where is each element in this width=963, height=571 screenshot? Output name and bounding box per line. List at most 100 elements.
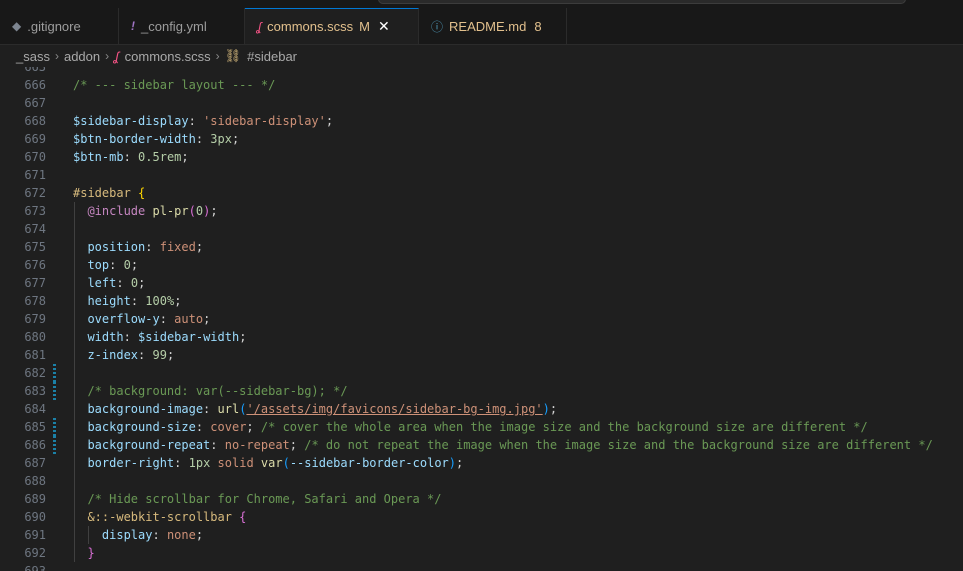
line-number: 678: [24, 294, 46, 308]
line-number: 692: [24, 546, 46, 560]
close-icon[interactable]: ✕: [378, 18, 390, 35]
code-line[interactable]: 678 height: 100%;: [0, 292, 963, 310]
command-center-edge[interactable]: [378, 0, 906, 4]
exclamation-icon: !: [131, 19, 135, 33]
code-line[interactable]: 692 }: [0, 544, 963, 562]
line-number: 669: [24, 132, 46, 146]
code-text: @include pl-pr(0);: [87, 204, 218, 218]
tab-gitignore[interactable]: ◆ .gitignore: [0, 8, 119, 44]
code-line[interactable]: 684 background-image: url('/assets/img/f…: [0, 400, 963, 418]
info-icon: ⓘ: [431, 19, 444, 34]
code-line[interactable]: 679 overflow-y: auto;: [0, 310, 963, 328]
code-text: }: [87, 546, 95, 560]
indent-guide: [74, 220, 75, 238]
sass-icon: ʆ: [257, 19, 262, 34]
code-text: background-size: cover; /* cover the who…: [87, 420, 868, 434]
code-line[interactable]: 690 &::-webkit-scrollbar {: [0, 508, 963, 526]
code-line[interactable]: 670 $btn-mb: 0.5rem;: [0, 148, 963, 166]
line-number: 683: [24, 384, 46, 398]
line-number: 667: [24, 96, 46, 110]
indent-guide: [74, 364, 75, 382]
code-text: #sidebar {: [73, 186, 146, 200]
breadcrumb-item-sass[interactable]: _sass: [16, 49, 50, 64]
tab-label: _config.yml: [141, 18, 207, 34]
code-text: &::-webkit-scrollbar {: [87, 510, 247, 524]
line-number: 690: [24, 510, 46, 524]
chevron-right-icon: ›: [215, 49, 220, 63]
modified-gutter-marker[interactable]: [53, 364, 56, 382]
line-number: 685: [24, 420, 46, 434]
line-number: 666: [24, 78, 46, 92]
breadcrumb-item-file[interactable]: commons.scss: [125, 49, 211, 64]
modified-gutter-marker[interactable]: [53, 418, 56, 436]
line-number: 677: [24, 276, 46, 290]
line-number: 689: [24, 492, 46, 506]
line-number: 691: [24, 528, 46, 542]
modified-gutter-marker[interactable]: [53, 382, 56, 400]
modified-gutter-marker[interactable]: [53, 436, 56, 454]
code-line[interactable]: 688: [0, 472, 963, 490]
code-line[interactable]: 685 background-size: cover; /* cover the…: [0, 418, 963, 436]
breadcrumb-item-symbol[interactable]: #sidebar: [247, 49, 297, 64]
line-number: 675: [24, 240, 46, 254]
code-text: border-right: 1px solid var(--sidebar-bo…: [87, 456, 464, 470]
line-number: 686: [24, 438, 46, 452]
code-line[interactable]: 675 position: fixed;: [0, 238, 963, 256]
line-number: 693: [24, 564, 46, 571]
line-number: 684: [24, 402, 46, 416]
code-line[interactable]: 693: [0, 562, 963, 571]
code-line[interactable]: 677 left: 0;: [0, 274, 963, 292]
line-number: 680: [24, 330, 46, 344]
code-line[interactable]: 682: [0, 364, 963, 382]
code-line[interactable]: 673 @include pl-pr(0);: [0, 202, 963, 220]
code-text: display: none;: [101, 528, 204, 542]
code-line[interactable]: 691 display: none;: [0, 526, 963, 544]
breadcrumb-item-addon[interactable]: addon: [64, 49, 100, 64]
symbol-selector-icon: ⛓: [224, 48, 242, 63]
code-text: z-index: 99;: [87, 348, 175, 362]
line-number: 670: [24, 150, 46, 164]
breadcrumb: _sass › addon › ʆ commons.scss › ⛓ #side…: [0, 45, 963, 67]
code-line[interactable]: 663: [0, 67, 963, 76]
code-editor[interactable]: 663 666 /* --- sidebar layout --- */ 667 668…: [0, 67, 963, 571]
code-text: height: 100%;: [87, 294, 182, 308]
modified-indicator: M: [359, 19, 370, 34]
code-line[interactable]: 674: [0, 220, 963, 238]
code-text: /* Hide scrollbar for Chrome, Safari and…: [87, 492, 442, 506]
tab-label: .gitignore: [27, 18, 81, 34]
chevron-right-icon: ›: [54, 49, 59, 63]
code-line[interactable]: 666 /* --- sidebar layout --- */: [0, 76, 963, 94]
code-text: /* background: var(--sidebar-bg); */: [87, 384, 348, 398]
tab-label: commons.scss: [267, 19, 354, 34]
tab-label: README.md: [449, 18, 527, 34]
code-line[interactable]: 669 $btn-border-width: 3px;: [0, 130, 963, 148]
git-diamond-icon: ◆: [12, 19, 22, 33]
code-text: width: $sidebar-width;: [87, 330, 247, 344]
tab-config-yml[interactable]: ! _config.yml: [119, 8, 245, 44]
code-text: top: 0;: [87, 258, 139, 272]
code-line[interactable]: 689 /* Hide scrollbar for Chrome, Safari…: [0, 490, 963, 508]
chevron-right-icon: ›: [105, 49, 110, 63]
code-text: background-image: url('/assets/img/favic…: [87, 402, 558, 416]
code-text: background-repeat: no-repeat; /* do not …: [87, 438, 933, 452]
editor-tab-bar: ◆ .gitignore ! _config.yml ʆ commons.scs…: [0, 8, 963, 45]
line-number: 674: [24, 222, 46, 236]
code-line[interactable]: 667: [0, 94, 963, 112]
code-line[interactable]: 680 width: $sidebar-width;: [0, 328, 963, 346]
code-line[interactable]: 681 z-index: 99;: [0, 346, 963, 364]
code-line[interactable]: 668 $sidebar-display: 'sidebar-display';: [0, 112, 963, 130]
code-line[interactable]: 686 background-repeat: no-repeat; /* do …: [0, 436, 963, 454]
code-text: left: 0;: [87, 276, 146, 290]
code-line[interactable]: 676 top: 0;: [0, 256, 963, 274]
tab-readme-md[interactable]: ⓘ README.md 8: [419, 8, 567, 44]
line-number: 688: [24, 474, 46, 488]
code-text: overflow-y: auto;: [87, 312, 211, 326]
code-line[interactable]: 687 border-right: 1px solid var(--sideba…: [0, 454, 963, 472]
sass-icon: ʆ: [114, 48, 119, 64]
line-number: 673: [24, 204, 46, 218]
code-line[interactable]: 671: [0, 166, 963, 184]
tab-commons-scss[interactable]: ʆ commons.scss M ✕: [245, 8, 419, 44]
code-line[interactable]: 683 /* background: var(--sidebar-bg); */: [0, 382, 963, 400]
indent-guide: [74, 472, 75, 490]
code-line[interactable]: 672 #sidebar {: [0, 184, 963, 202]
